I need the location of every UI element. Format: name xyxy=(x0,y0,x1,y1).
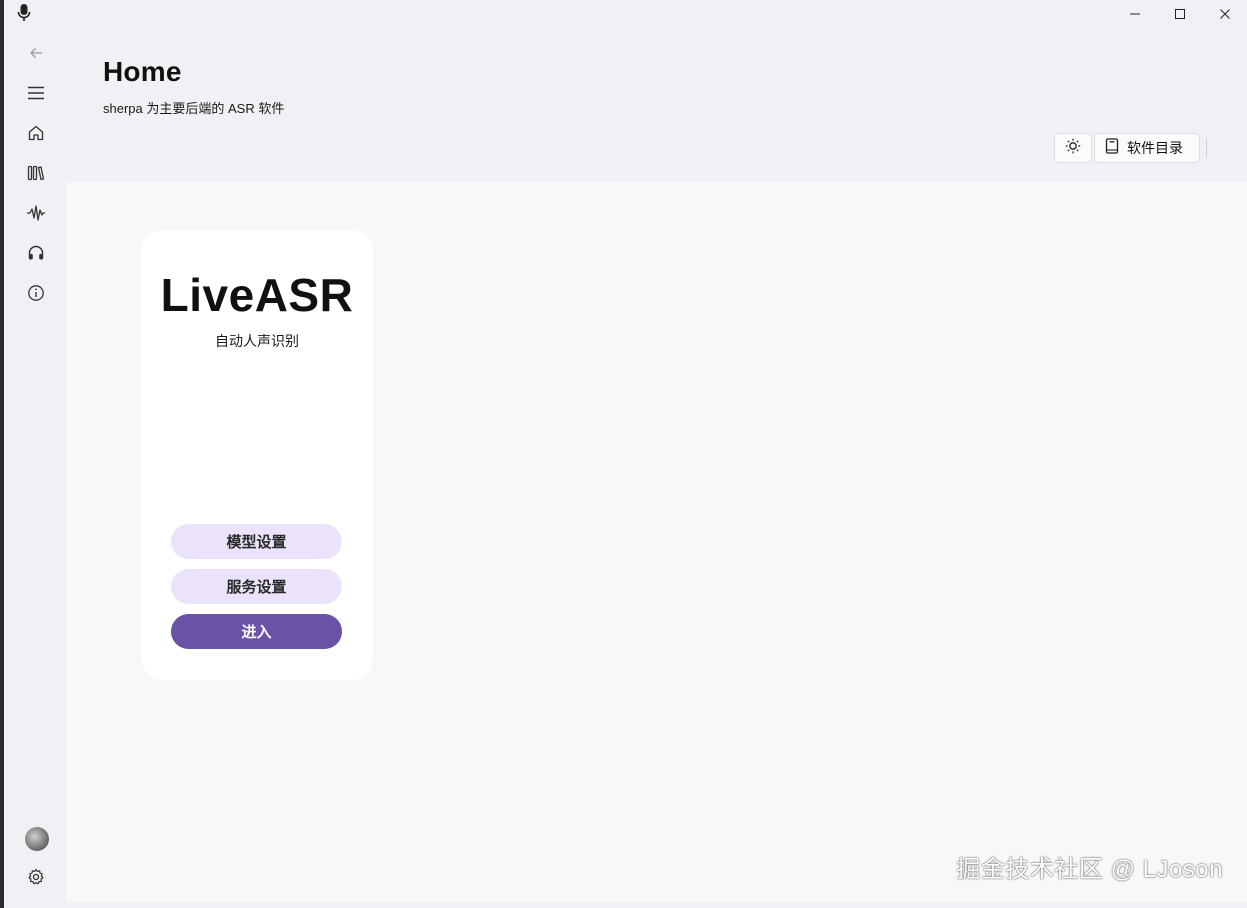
headphones-icon xyxy=(27,244,45,267)
liveasr-card: LiveASR 自动人声识别 模型设置 服务设置 进入 xyxy=(141,230,373,680)
software-directory-label: 软件目录 xyxy=(1127,140,1183,156)
microphone-icon xyxy=(16,3,32,23)
home-icon xyxy=(27,124,45,147)
info-icon xyxy=(27,284,45,307)
enter-button[interactable]: 进入 xyxy=(171,614,342,649)
nav-menu-button[interactable] xyxy=(22,81,50,109)
card-subtitle: 自动人声识别 xyxy=(215,333,299,349)
minimize-button[interactable] xyxy=(1112,0,1157,28)
avatar[interactable] xyxy=(25,827,49,851)
nav-settings[interactable] xyxy=(22,865,50,893)
nav-library[interactable] xyxy=(22,161,50,189)
page-header: Home sherpa 为主要后端的 ASR 软件 软件目录 xyxy=(66,28,1247,182)
gear-icon xyxy=(27,868,45,891)
nav-home[interactable] xyxy=(22,121,50,149)
page-subtitle: sherpa 为主要后端的 ASR 软件 xyxy=(103,101,285,116)
navigation-rail xyxy=(4,28,66,908)
watermark: 掘金技术社区 @ LJoson xyxy=(956,856,1223,883)
nav-info[interactable] xyxy=(22,281,50,309)
service-settings-button[interactable]: 服务设置 xyxy=(171,569,342,604)
back-arrow-icon xyxy=(28,45,44,66)
theme-toggle-button[interactable] xyxy=(1054,133,1092,163)
hamburger-icon xyxy=(27,85,45,106)
page-title: Home xyxy=(103,56,182,87)
close-button[interactable] xyxy=(1202,0,1247,28)
content-area: LiveASR 自动人声识别 模型设置 服务设置 进入 掘金技术社区 @ LJo… xyxy=(66,182,1247,902)
maximize-button[interactable] xyxy=(1157,0,1202,28)
app-window: Home sherpa 为主要后端的 ASR 软件 软件目录 LiveASR 自… xyxy=(0,0,1247,908)
toolbar-divider xyxy=(1206,139,1207,157)
waveform-icon xyxy=(26,204,46,227)
sun-icon xyxy=(1065,138,1081,159)
nav-headphones[interactable] xyxy=(22,241,50,269)
nav-waveform[interactable] xyxy=(22,201,50,229)
notebook-icon xyxy=(1105,137,1119,159)
nav-back-button[interactable] xyxy=(22,41,50,69)
model-settings-button[interactable]: 模型设置 xyxy=(171,524,342,559)
software-directory-button[interactable]: 软件目录 xyxy=(1094,133,1200,163)
library-icon xyxy=(27,164,45,187)
card-title: LiveASR xyxy=(160,269,354,321)
title-bar xyxy=(4,0,1247,28)
header-toolbar: 软件目录 xyxy=(1052,133,1207,163)
